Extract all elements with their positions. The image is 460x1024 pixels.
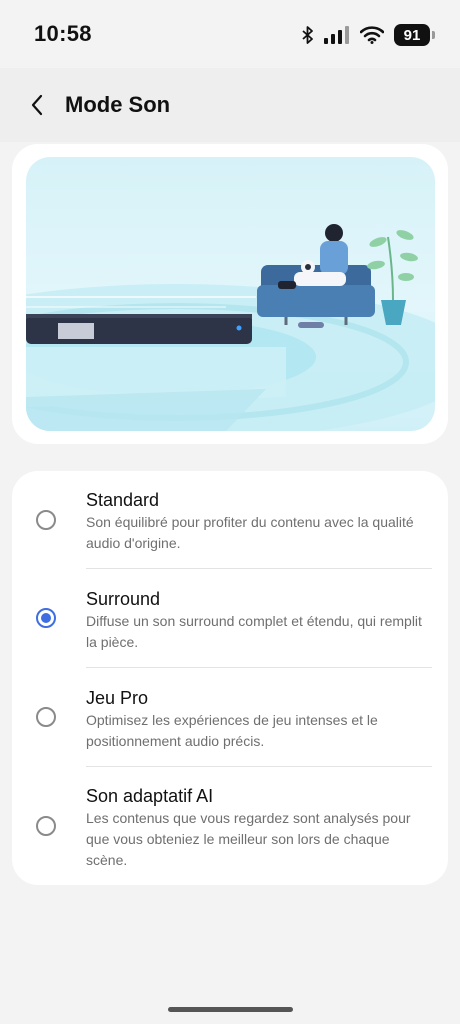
sound-mode-options: Standard Son équilibré pour profiter du …	[12, 471, 448, 885]
page-title: Mode Son	[65, 92, 171, 117]
option-description: Les contenus que vous regardez sont anal…	[86, 810, 411, 868]
soundbar-illustration	[26, 157, 435, 431]
option-title: Surround	[86, 589, 161, 609]
radio-jeu-pro[interactable]	[36, 707, 56, 727]
option-jeu-pro[interactable]: Jeu Pro Optimisez les expériences de jeu…	[12, 668, 448, 765]
battery-icon: 91	[394, 24, 435, 46]
battery-level: 91	[403, 26, 421, 44]
back-button[interactable]	[22, 90, 52, 120]
bluetooth-icon	[302, 26, 313, 44]
option-title: Son adaptatif AI	[86, 786, 214, 806]
wifi-icon	[360, 26, 384, 44]
home-indicator[interactable]	[168, 1007, 293, 1012]
signal-icon	[324, 26, 349, 44]
status-icons: 91	[302, 22, 435, 48]
chevron-left-icon	[31, 94, 43, 116]
option-son-adaptatif-ai[interactable]: Son adaptatif AI Les contenus que vous r…	[12, 767, 448, 885]
app-header: Mode Son	[0, 68, 460, 142]
radio-standard[interactable]	[36, 510, 56, 530]
option-description: Son équilibré pour profiter du contenu a…	[86, 514, 414, 551]
radio-surround[interactable]	[36, 608, 56, 628]
hero-card	[12, 144, 448, 444]
option-description: Optimisez les expériences de jeu intense…	[86, 712, 378, 749]
option-surround[interactable]: Surround Diffuse un son surround complet…	[12, 569, 448, 666]
radio-son-adaptatif-ai[interactable]	[36, 816, 56, 836]
option-description: Diffuse un son surround complet et étend…	[86, 613, 422, 650]
option-title: Jeu Pro	[86, 688, 149, 708]
status-time: 10:58	[34, 21, 92, 46]
option-standard[interactable]: Standard Son équilibré pour profiter du …	[12, 471, 448, 568]
option-title: Standard	[86, 490, 160, 510]
status-bar: 10:58 91	[0, 0, 460, 68]
